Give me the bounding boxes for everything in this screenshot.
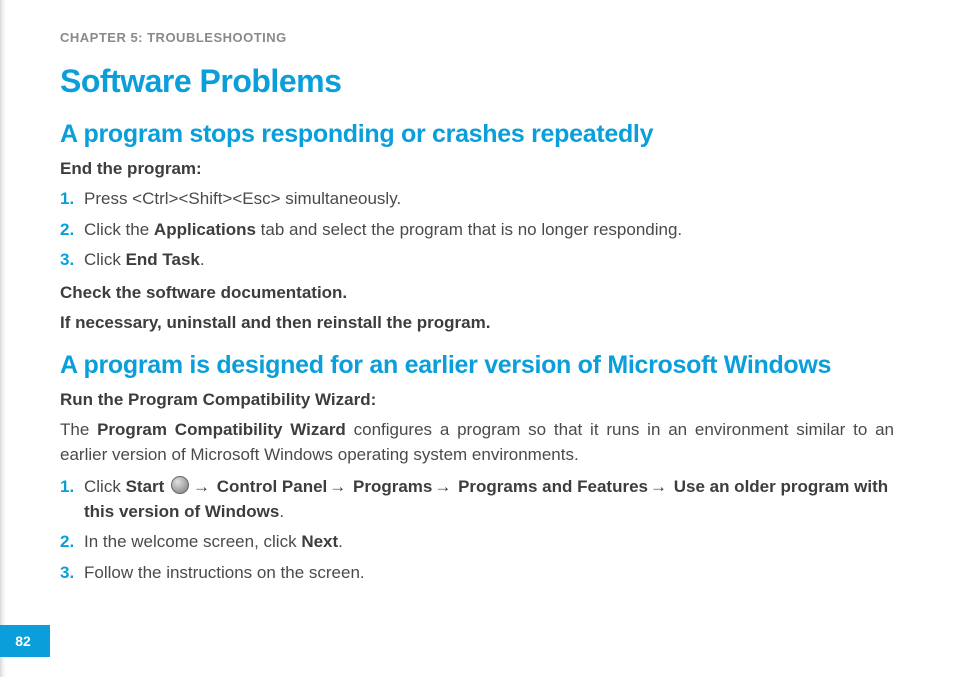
page-content: CHAPTER 5: TROUBLESHOOTING Software Prob… [0, 0, 954, 586]
list-item: Click the Applications tab and select th… [84, 218, 894, 243]
list-item: Press <Ctrl><Shift><Esc> simultaneously. [84, 187, 894, 212]
bold-term: Next [301, 532, 338, 551]
subsection-lead-1: End the program: [60, 159, 894, 179]
bold-term: Control Panel [212, 477, 327, 496]
arrow-icon: → [327, 477, 348, 496]
bold-term: Programs and Features [453, 477, 648, 496]
page-binding-shadow [0, 0, 6, 677]
chapter-label: CHAPTER 5: TROUBLESHOOTING [60, 30, 894, 45]
step-text: Follow the instructions on the screen. [84, 563, 365, 582]
arrow-icon: → [648, 477, 669, 496]
bold-term: End Task [126, 250, 200, 269]
page-number: 82 [0, 625, 50, 657]
step-text: . [200, 250, 205, 269]
arrow-icon: → [432, 477, 453, 496]
text: The [60, 420, 97, 439]
step-text: Press <Ctrl><Shift><Esc> simultaneously. [84, 189, 401, 208]
list-item: Click End Task. [84, 248, 894, 273]
strong-note: Check the software documentation. [60, 283, 894, 303]
bold-term: Applications [154, 220, 256, 239]
windows-start-orb-icon [171, 476, 189, 494]
section-heading-1: A program stops responding or crashes re… [60, 120, 894, 149]
step-text: . [279, 502, 284, 521]
list-item: In the welcome screen, click Next. [84, 530, 894, 555]
page-title: Software Problems [60, 63, 894, 100]
subsection-lead-2: Run the Program Compatibility Wizard: [60, 390, 894, 410]
arrow-icon: → [191, 477, 212, 496]
step-text: tab and select the program that is no lo… [256, 220, 682, 239]
list-item: Follow the instructions on the screen. [84, 561, 894, 586]
strong-note: If necessary, uninstall and then reinsta… [60, 313, 894, 333]
section-heading-2: A program is designed for an earlier ver… [60, 351, 894, 380]
list-item: Click Start → Control Panel→ Programs→ P… [84, 475, 894, 524]
step-text: . [338, 532, 343, 551]
steps-list-1: Press <Ctrl><Shift><Esc> simultaneously.… [60, 187, 894, 273]
step-text: Click [84, 477, 126, 496]
step-text: In the welcome screen, click [84, 532, 301, 551]
bold-term: Programs [348, 477, 432, 496]
bold-term: Program Compatibility Wizard [97, 420, 346, 439]
steps-list-2: Click Start → Control Panel→ Programs→ P… [60, 475, 894, 586]
paragraph: The Program Compatibility Wizard configu… [60, 418, 894, 467]
bold-term: Start [126, 477, 165, 496]
step-text: Click the [84, 220, 154, 239]
step-text: Click [84, 250, 126, 269]
